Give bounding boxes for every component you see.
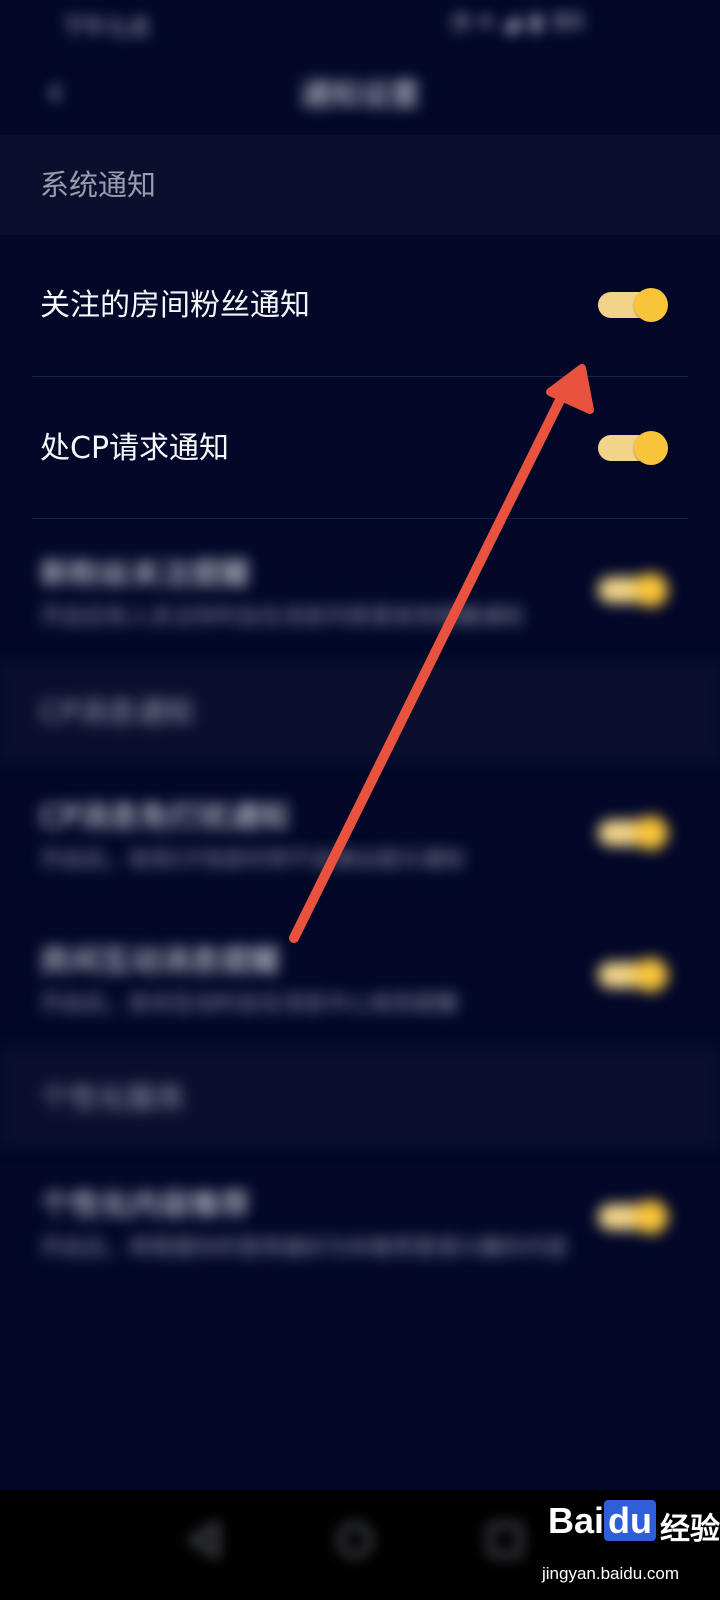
toggle-knob [634,431,668,465]
row-title: 关注的房间粉丝通知 [40,288,310,323]
status-bar: 下午七点 ◔ ▾ ◢ ▮ 80 [0,0,720,50]
watermark-brand: 经验 [660,1512,720,1547]
watermark-logo: Bai du [548,1500,657,1542]
section-header-cp: CP消息通知 [0,662,720,762]
section-label: 个性化服务 [40,1081,186,1115]
row-subtitle: 开启后有人关注你时会在消息列表里收到提醒通知 [40,605,525,630]
row-subtitle: 开启后，将根据你的使用偏好为你推荐更感兴趣的内容 [40,1236,569,1261]
toggle-switch-personalized[interactable] [598,1200,668,1234]
row-title: 新粉丝关注提醒 [40,557,250,592]
toggle-knob [634,573,668,607]
page-title: 通知设置 [300,78,420,113]
row-title: CP消息免打扰通知 [40,800,290,835]
section-label: 系统通知 [40,168,157,202]
setting-row-room-interaction[interactable]: 房间互动消息提醒 开启后，房间互动时会在消息中心收到提醒 [0,906,720,1046]
section-label: CP消息通知 [40,695,194,729]
toggle-knob [634,958,668,992]
baidu-jingyan-watermark: Bai du 经验 jingyan.baidu.com [540,1488,720,1600]
nav-recent-icon[interactable] [480,1515,530,1565]
toggle-knob [634,288,668,322]
setting-row-personalized[interactable]: 个性化内容推荐 开启后，将根据你的使用偏好为你推荐更感兴趣的内容 [0,1150,720,1290]
setting-row-cp-request[interactable]: 处CP请求通知 [0,377,720,517]
toggle-knob [634,1200,668,1234]
setting-row-new-fans[interactable]: 新粉丝关注提醒 开启后有人关注你时会在消息列表里收到提醒通知 [0,519,720,659]
toggle-switch-room-fans[interactable] [598,288,668,322]
row-title: 房间互动消息提醒 [40,944,280,979]
setting-row-room-fans[interactable]: 关注的房间粉丝通知 [0,236,720,376]
toggle-switch-room-interaction[interactable] [598,958,668,992]
section-header-personal: 个性化服务 [0,1048,720,1148]
row-subtitle: 开启后，收到CP消息时将不会弹出提示通知 [40,848,465,873]
nav-home-icon[interactable] [330,1515,380,1565]
watermark-url: jingyan.baidu.com [542,1564,680,1583]
nav-back-icon[interactable] [180,1515,230,1565]
toggle-switch-new-fans[interactable] [598,573,668,607]
back-arrow-icon[interactable]: ‹ [30,62,80,122]
row-title: 处CP请求通知 [40,431,230,466]
status-time: 下午七点 [62,16,151,41]
toggle-knob [634,816,668,850]
toggle-switch-cp-dnd[interactable] [598,816,668,850]
setting-row-cp-dnd[interactable]: CP消息免打扰通知 开启后，收到CP消息时将不会弹出提示通知 [0,764,720,904]
status-icons: ◔ ▾ ◢ ▮ 80 [450,10,586,35]
row-title: 个性化内容推荐 [40,1188,250,1223]
section-header-system: 系统通知 [0,135,720,235]
row-subtitle: 开启后，房间互动时会在消息中心收到提醒 [40,992,459,1017]
toggle-switch-cp-request[interactable] [598,431,668,465]
